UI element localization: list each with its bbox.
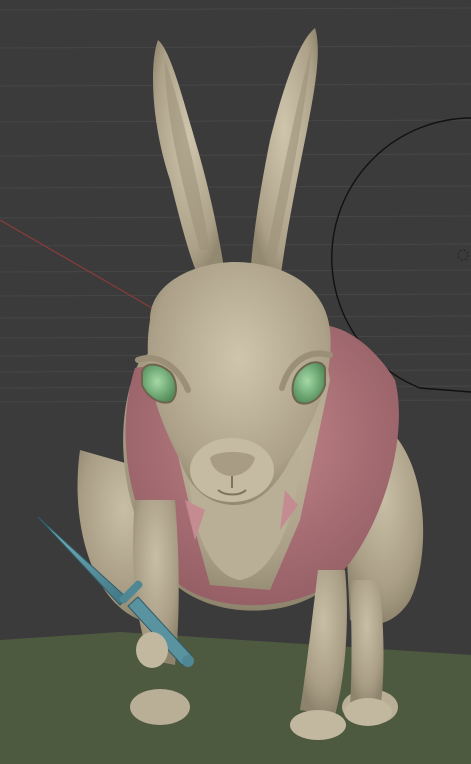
rabbit-paw-holding-knife — [136, 632, 168, 668]
knife-pommel — [182, 655, 194, 667]
rabbit-back-foot-left — [130, 689, 190, 725]
ground-plane — [0, 632, 471, 764]
rabbit-front-foot-left — [290, 710, 346, 740]
rabbit-front-foot-right — [344, 698, 392, 726]
viewport-canvas[interactable] — [0, 0, 471, 764]
rabbit-front-leg-right-2 — [350, 580, 384, 710]
3d-viewport[interactable] — [0, 0, 471, 764]
